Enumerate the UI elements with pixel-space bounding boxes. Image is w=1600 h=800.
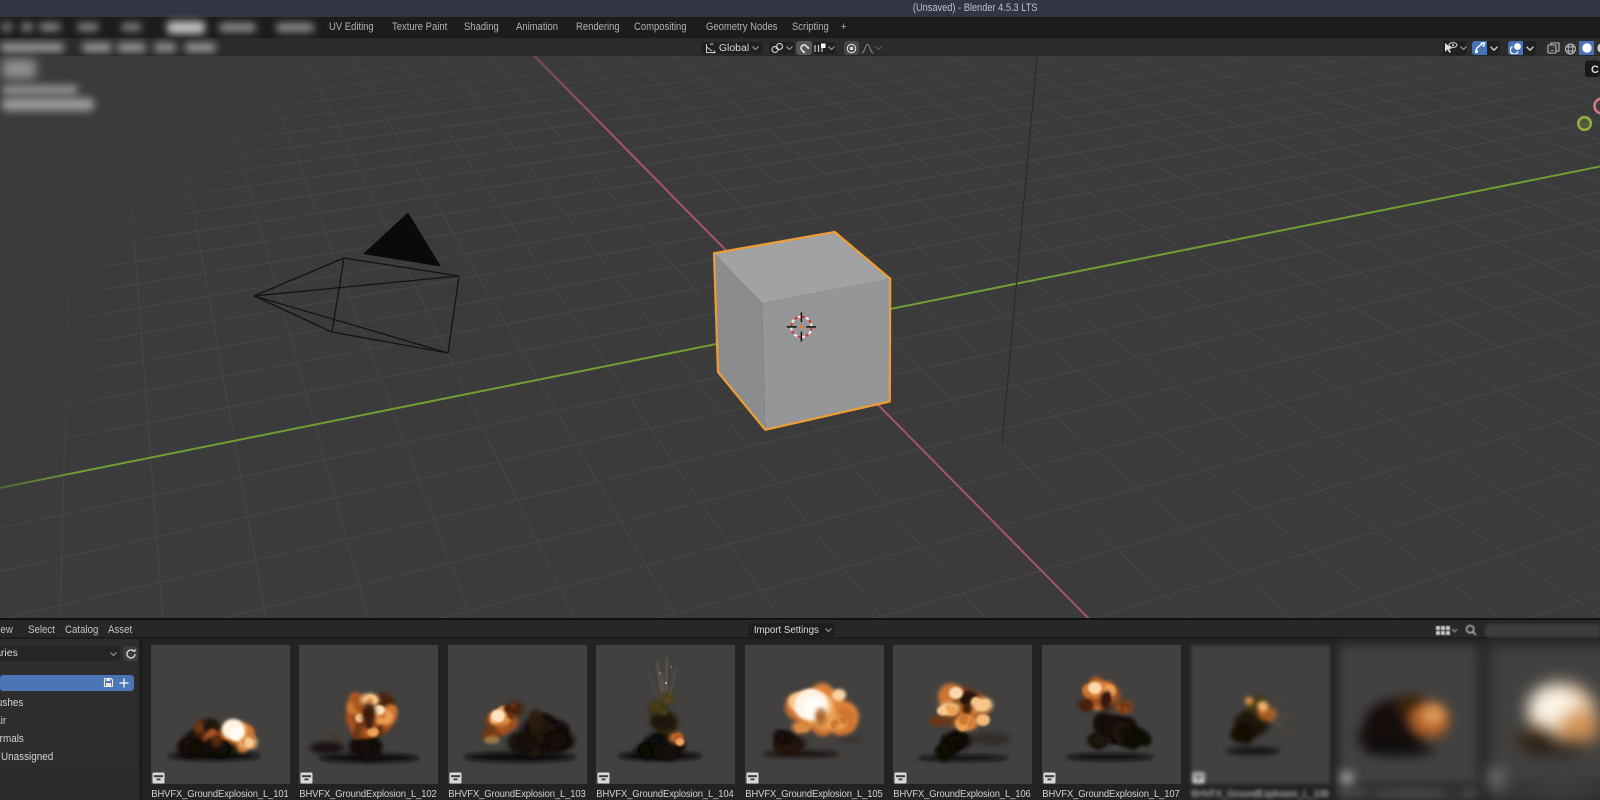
svg-text:C: C: [1591, 64, 1599, 76]
